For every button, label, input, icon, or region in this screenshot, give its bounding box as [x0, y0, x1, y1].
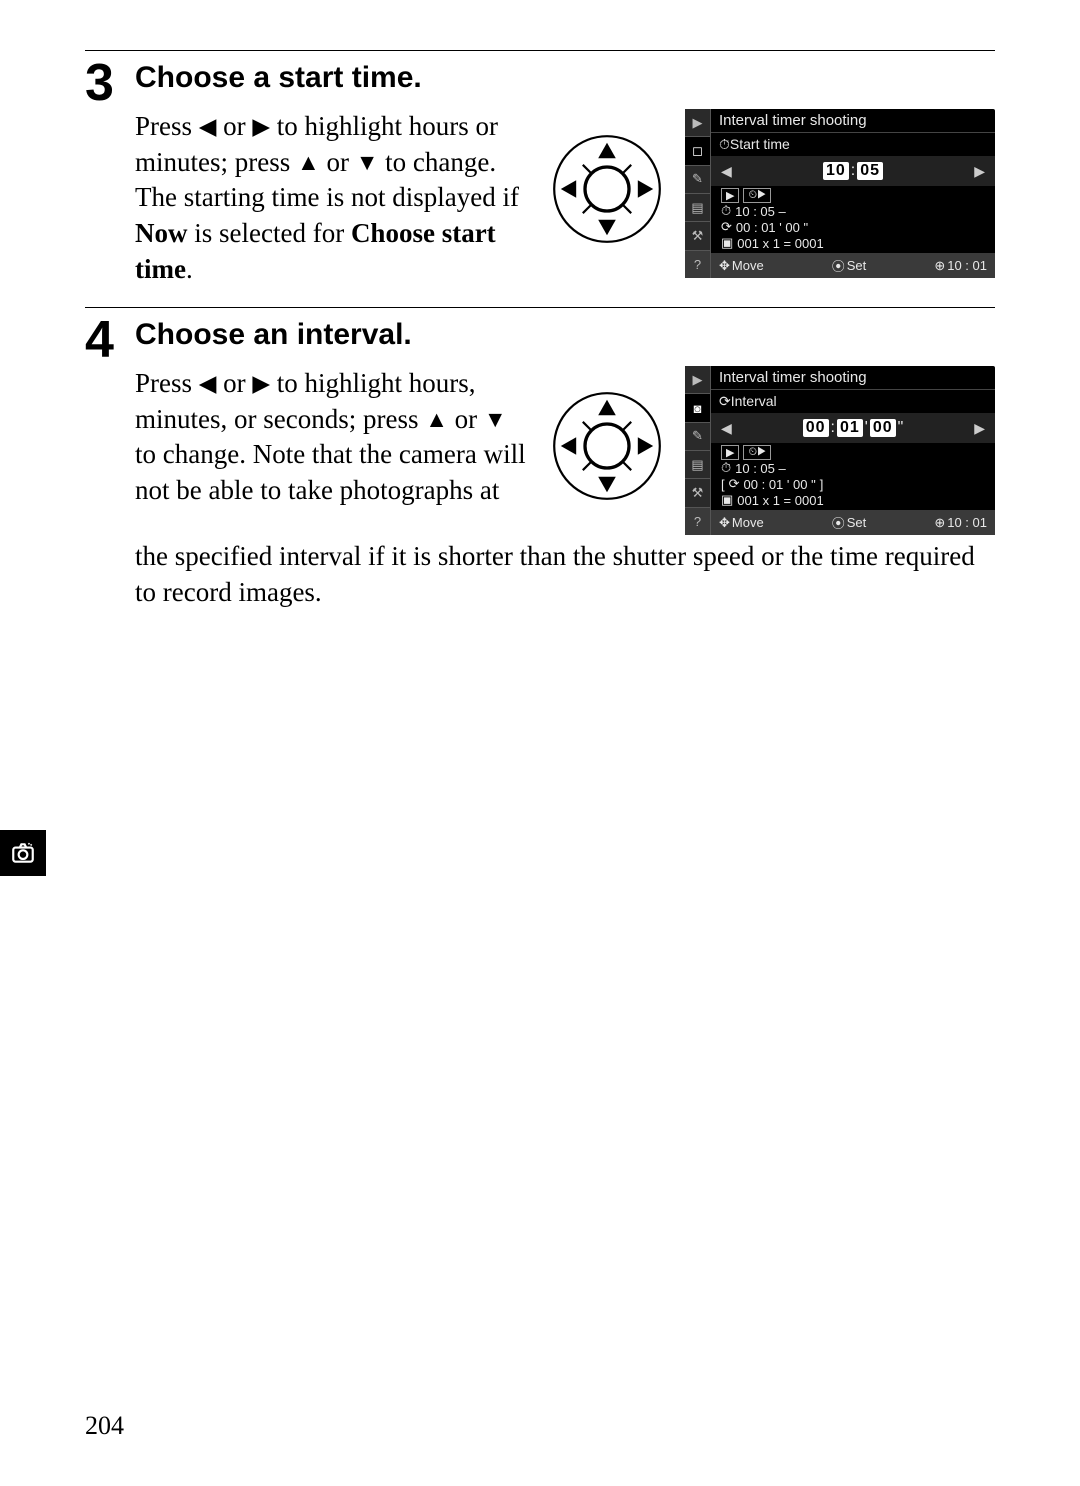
chevron-right-icon: ▶ [974, 163, 985, 180]
minutes-value: 01 [837, 419, 863, 437]
dpad-icon [552, 134, 662, 244]
lcd-info: ▶⏲▶ ⏱10 : 05 – [⟳00 : 01 ' 00 "] ▣001 x … [711, 443, 995, 510]
lcd-side-icons: ▶ ◻ ✎ ▤ ⚒ ? [685, 109, 711, 278]
step-text: Press ◀ or ▶ to highlight hours, minutes… [135, 366, 529, 509]
chevron-left-icon: ◀ [721, 420, 732, 437]
triangle-right-icon: ▶ [252, 112, 270, 142]
triangle-down-icon: ▼ [484, 405, 507, 435]
lcd-subtitle: ⟳Interval [711, 390, 995, 413]
step-number: 3 [85, 51, 135, 109]
clock-icon: ⊕ [934, 515, 945, 531]
seconds-value: 00 [870, 419, 896, 437]
side-icon: ? [685, 251, 710, 278]
dpad-icon: ✥ [719, 258, 730, 274]
triangle-up-icon: ▲ [297, 148, 320, 178]
triangle-down-icon: ▼ [356, 148, 379, 178]
triangle-right-icon: ▶ [252, 369, 270, 399]
side-icon: ? [685, 508, 710, 535]
section-tab-icon [0, 830, 46, 876]
triangle-up-icon: ▲ [425, 405, 448, 435]
lcd-title: Interval timer shooting [711, 109, 995, 133]
step-3: 3 Choose a start time. Press ◀ or ▶ to h… [85, 51, 995, 287]
lcd-footer: ✥Move ⦿Set ⊕10 : 01 [711, 253, 995, 278]
step-number: 4 [85, 308, 135, 366]
side-icon: ⚒ [685, 222, 710, 250]
triangle-left-icon: ◀ [199, 369, 217, 399]
minutes-value: 05 [857, 162, 883, 180]
step-body: Choose an interval. Press ◀ or ▶ to high… [135, 308, 995, 535]
step-4-continuation: the specified interval if it is shorter … [135, 539, 995, 610]
clock-icon: ⊕ [934, 258, 945, 274]
ok-icon: ⦿ [832, 256, 845, 275]
side-icon: ✎ [685, 166, 710, 194]
side-icon: ◙ [685, 394, 710, 422]
ok-icon: ⦿ [832, 513, 845, 532]
lcd-value-row: ◀ 00 : 01 ' 00 " ▶ [711, 413, 995, 443]
step-text: Press ◀ or ▶ to highlight hours or minut… [135, 109, 529, 287]
dpad-icon: ✥ [719, 515, 730, 531]
lcd-subtitle: ⏱Start time [711, 133, 995, 156]
side-icon: ▤ [685, 194, 710, 222]
step-body: Choose a start time. Press ◀ or ▶ to hig… [135, 51, 995, 287]
chevron-left-icon: ◀ [721, 163, 732, 180]
dpad-icon [552, 391, 662, 501]
side-icon: ✎ [685, 423, 710, 451]
lcd-footer: ✥Move ⦿Set ⊕10 : 01 [711, 510, 995, 535]
hours-value: 00 [803, 419, 829, 437]
lcd-side-icons: ▶ ◙ ✎ ▤ ⚒ ? [685, 366, 711, 535]
side-icon: ⚒ [685, 479, 710, 507]
chevron-right-icon: ▶ [974, 420, 985, 437]
side-icon: ▤ [685, 451, 710, 479]
lcd-title: Interval timer shooting [711, 366, 995, 390]
triangle-left-icon: ◀ [199, 112, 217, 142]
step-title: Choose an interval. [135, 318, 995, 352]
side-icon: ◻ [685, 137, 710, 165]
side-icon: ▶ [685, 109, 710, 137]
lcd-value-row: ◀ 10 : 05 ▶ [711, 156, 995, 186]
step-4: 4 Choose an interval. Press ◀ or ▶ to hi… [85, 308, 995, 535]
camera-screen-start-time: ▶ ◻ ✎ ▤ ⚒ ? Interval timer shooting ⏱Sta… [685, 109, 995, 278]
side-icon: ▶ [685, 366, 710, 394]
step-title: Choose a start time. [135, 61, 995, 95]
page-number: 204 [85, 1411, 124, 1441]
camera-screen-interval: ▶ ◙ ✎ ▤ ⚒ ? Interval timer shooting ⟳Int… [685, 366, 995, 535]
lcd-info: ▶⏲▶ ⏱10 : 05 – ⟳00 : 01 ' 00 " ▣001 x 1 … [711, 186, 995, 253]
dpad-illustration [547, 109, 667, 244]
hours-value: 10 [823, 162, 849, 180]
dpad-illustration [547, 366, 667, 501]
